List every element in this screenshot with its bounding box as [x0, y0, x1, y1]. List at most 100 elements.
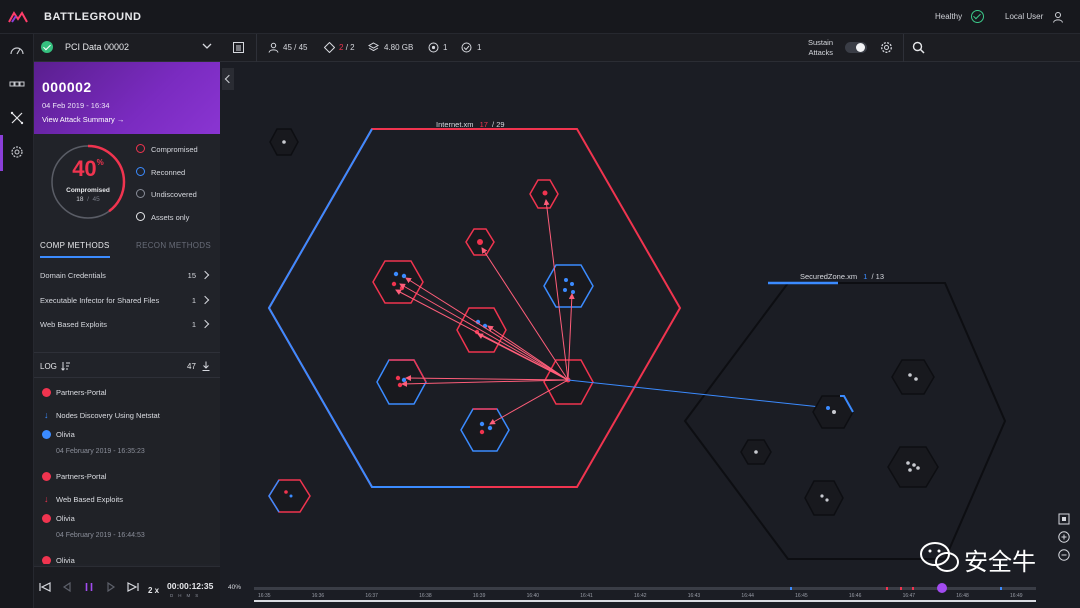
stat-b: 1: [477, 43, 482, 52]
node-hex[interactable]: [812, 395, 854, 429]
timeline-tick-label: 16:43: [687, 593, 701, 599]
zoom-in-icon[interactable]: [1058, 531, 1070, 543]
playback-speed[interactable]: 2 x: [148, 586, 159, 595]
top-bar: BATTLEGROUND Healthy Local User: [0, 0, 1080, 34]
donut-label: Compromised: [66, 187, 110, 194]
chevron-right-icon: [200, 295, 210, 305]
side-panel: PCI Data 00002 000002 04 Feb 2019 - 16:3…: [34, 34, 220, 608]
timeline-tick-label: 16:36: [311, 593, 325, 599]
timeline-tick-label: 16:44: [741, 593, 754, 599]
timeline-tick-label: 16:37: [365, 593, 378, 599]
skip-to-end-icon[interactable]: [126, 580, 140, 594]
node-hex[interactable]: [804, 480, 844, 516]
tab-recon-methods[interactable]: RECON METHODS: [136, 241, 211, 250]
legend-reconned-ring-icon: [136, 167, 145, 176]
playback-controls: 2 x 00:00:12:35 DHMS: [34, 566, 220, 608]
node-hex[interactable]: [740, 439, 772, 465]
timeline-track[interactable]: [254, 587, 1036, 590]
step-forward-icon[interactable]: [104, 580, 118, 594]
view-attack-summary-link[interactable]: View Attack Summary →: [42, 115, 124, 124]
log-entry-time: 04 February 2019 - 16:35:23: [56, 448, 145, 455]
node-hex[interactable]: [465, 228, 495, 256]
toggle-knob: [856, 43, 865, 52]
node-hex[interactable]: [460, 408, 510, 452]
arrow-down-icon: ↓: [44, 410, 49, 420]
sort-icon[interactable]: [61, 361, 71, 371]
node-hex[interactable]: [529, 179, 559, 209]
methods-tabs: COMP METHODS RECON METHODS: [34, 234, 220, 258]
timeline-percent: 40%: [228, 584, 242, 591]
sustain-attacks-toggle[interactable]: [845, 42, 867, 53]
download-icon[interactable]: [202, 361, 210, 371]
assets-stat: 45 / 45: [283, 43, 308, 52]
log-list[interactable]: Partners-Portal ↓ Nodes Discovery Using …: [34, 378, 220, 564]
dataset-selector[interactable]: PCI Data 00002: [34, 34, 220, 62]
stat-a: 1: [443, 43, 448, 52]
timeline-scrubber[interactable]: [937, 583, 948, 593]
chevron-down-icon[interactable]: [202, 41, 212, 51]
node-hex[interactable]: [543, 264, 594, 308]
chevron-right-icon: [200, 319, 210, 329]
node-hex[interactable]: [269, 128, 299, 156]
user-label[interactable]: Local User: [1005, 12, 1043, 21]
method-row[interactable]: Web Based Exploits 1: [34, 314, 220, 334]
network-map-canvas[interactable]: Internet.xm 17 / 29 SecuredZone.xm 1 / 1…: [220, 62, 1080, 608]
list-icon[interactable]: [233, 42, 244, 53]
attack-icon[interactable]: [9, 110, 25, 126]
node-compromised-icon: [42, 388, 51, 397]
zone-secured-label: SecuredZone.xm 1 / 13: [800, 272, 884, 281]
tab-comp-methods[interactable]: COMP METHODS: [40, 241, 110, 258]
node-hex[interactable]: [891, 359, 935, 395]
log-entry-node[interactable]: Olivia: [34, 510, 220, 528]
node-compromised-icon: [42, 472, 51, 481]
timeline-tick-label: 16:49: [1010, 593, 1023, 599]
pause-icon[interactable]: [82, 580, 96, 594]
timeline-tick-label: 16:41: [580, 593, 593, 599]
log-entry-node[interactable]: Olivia: [34, 552, 220, 564]
user-icon[interactable]: [1052, 11, 1064, 23]
timeline[interactable]: 40% 16:35 16:36 16:37 16:38 16:39 16:40 16:41 1…: [220, 578, 1080, 608]
sustain-attacks-label: Sustain Attacks: [808, 38, 834, 57]
timeline-tick-label: 16:39: [472, 593, 486, 599]
network-icon[interactable]: [9, 76, 25, 92]
compromised-percent: 40%: [72, 156, 104, 181]
timeline-range: [254, 600, 1036, 602]
healthy-check-icon[interactable]: [971, 10, 984, 23]
log-header: LOG 47: [34, 352, 220, 378]
node-hex[interactable]: [268, 479, 311, 513]
speedometer-icon[interactable]: [9, 43, 25, 59]
timeline-tick-label: 16:47: [902, 593, 916, 599]
method-row[interactable]: Executable Infector for Shared Files 1: [34, 290, 220, 310]
fit-screen-icon[interactable]: [1058, 513, 1070, 525]
settings-icon[interactable]: [9, 144, 25, 160]
dataset-status-check-icon: [41, 41, 53, 53]
skip-to-start-icon[interactable]: [38, 580, 52, 594]
log-entry-node[interactable]: Partners-Portal: [34, 384, 220, 402]
step-back-icon[interactable]: [60, 580, 74, 594]
network-map[interactable]: Internet.xm 17 / 29 SecuredZone.xm 1 / 1…: [220, 62, 1080, 608]
collapse-panel-button[interactable]: [222, 68, 234, 90]
timeline-event-marker: [790, 587, 792, 590]
log-entry-node[interactable]: Olivia: [34, 426, 220, 444]
watermark-text: 安全牛: [964, 548, 1036, 576]
log-entry-method: ↓ Web Based Exploits: [44, 494, 123, 504]
layers-icon: [368, 42, 379, 52]
node-hex[interactable]: [376, 359, 427, 405]
node-compromised-icon: [42, 556, 51, 564]
timeline-tick-label: 16:38: [419, 593, 432, 599]
method-row[interactable]: Domain Credentials 15: [34, 265, 220, 285]
toolbar: 45 / 45 2 / 2 4.80 GB 1 1 Sustain Attacks: [220, 34, 1080, 62]
compromised-stat: 2 / 2: [339, 43, 355, 52]
node-hex[interactable]: [887, 446, 939, 488]
node-hex[interactable]: [372, 260, 424, 304]
log-entry-node[interactable]: Partners-Portal: [34, 468, 220, 486]
log-title: LOG: [40, 362, 57, 371]
health-label: Healthy: [935, 12, 963, 21]
storage-stat: 4.80 GB: [384, 43, 414, 52]
zoom-out-icon[interactable]: [1058, 549, 1070, 561]
log-entry-method: ↓ Nodes Discovery Using Netstat: [44, 410, 160, 420]
nav-active-indicator: [0, 135, 3, 171]
log-count: 47: [187, 362, 196, 371]
gear-icon[interactable]: [880, 41, 893, 54]
search-icon[interactable]: [912, 41, 925, 54]
